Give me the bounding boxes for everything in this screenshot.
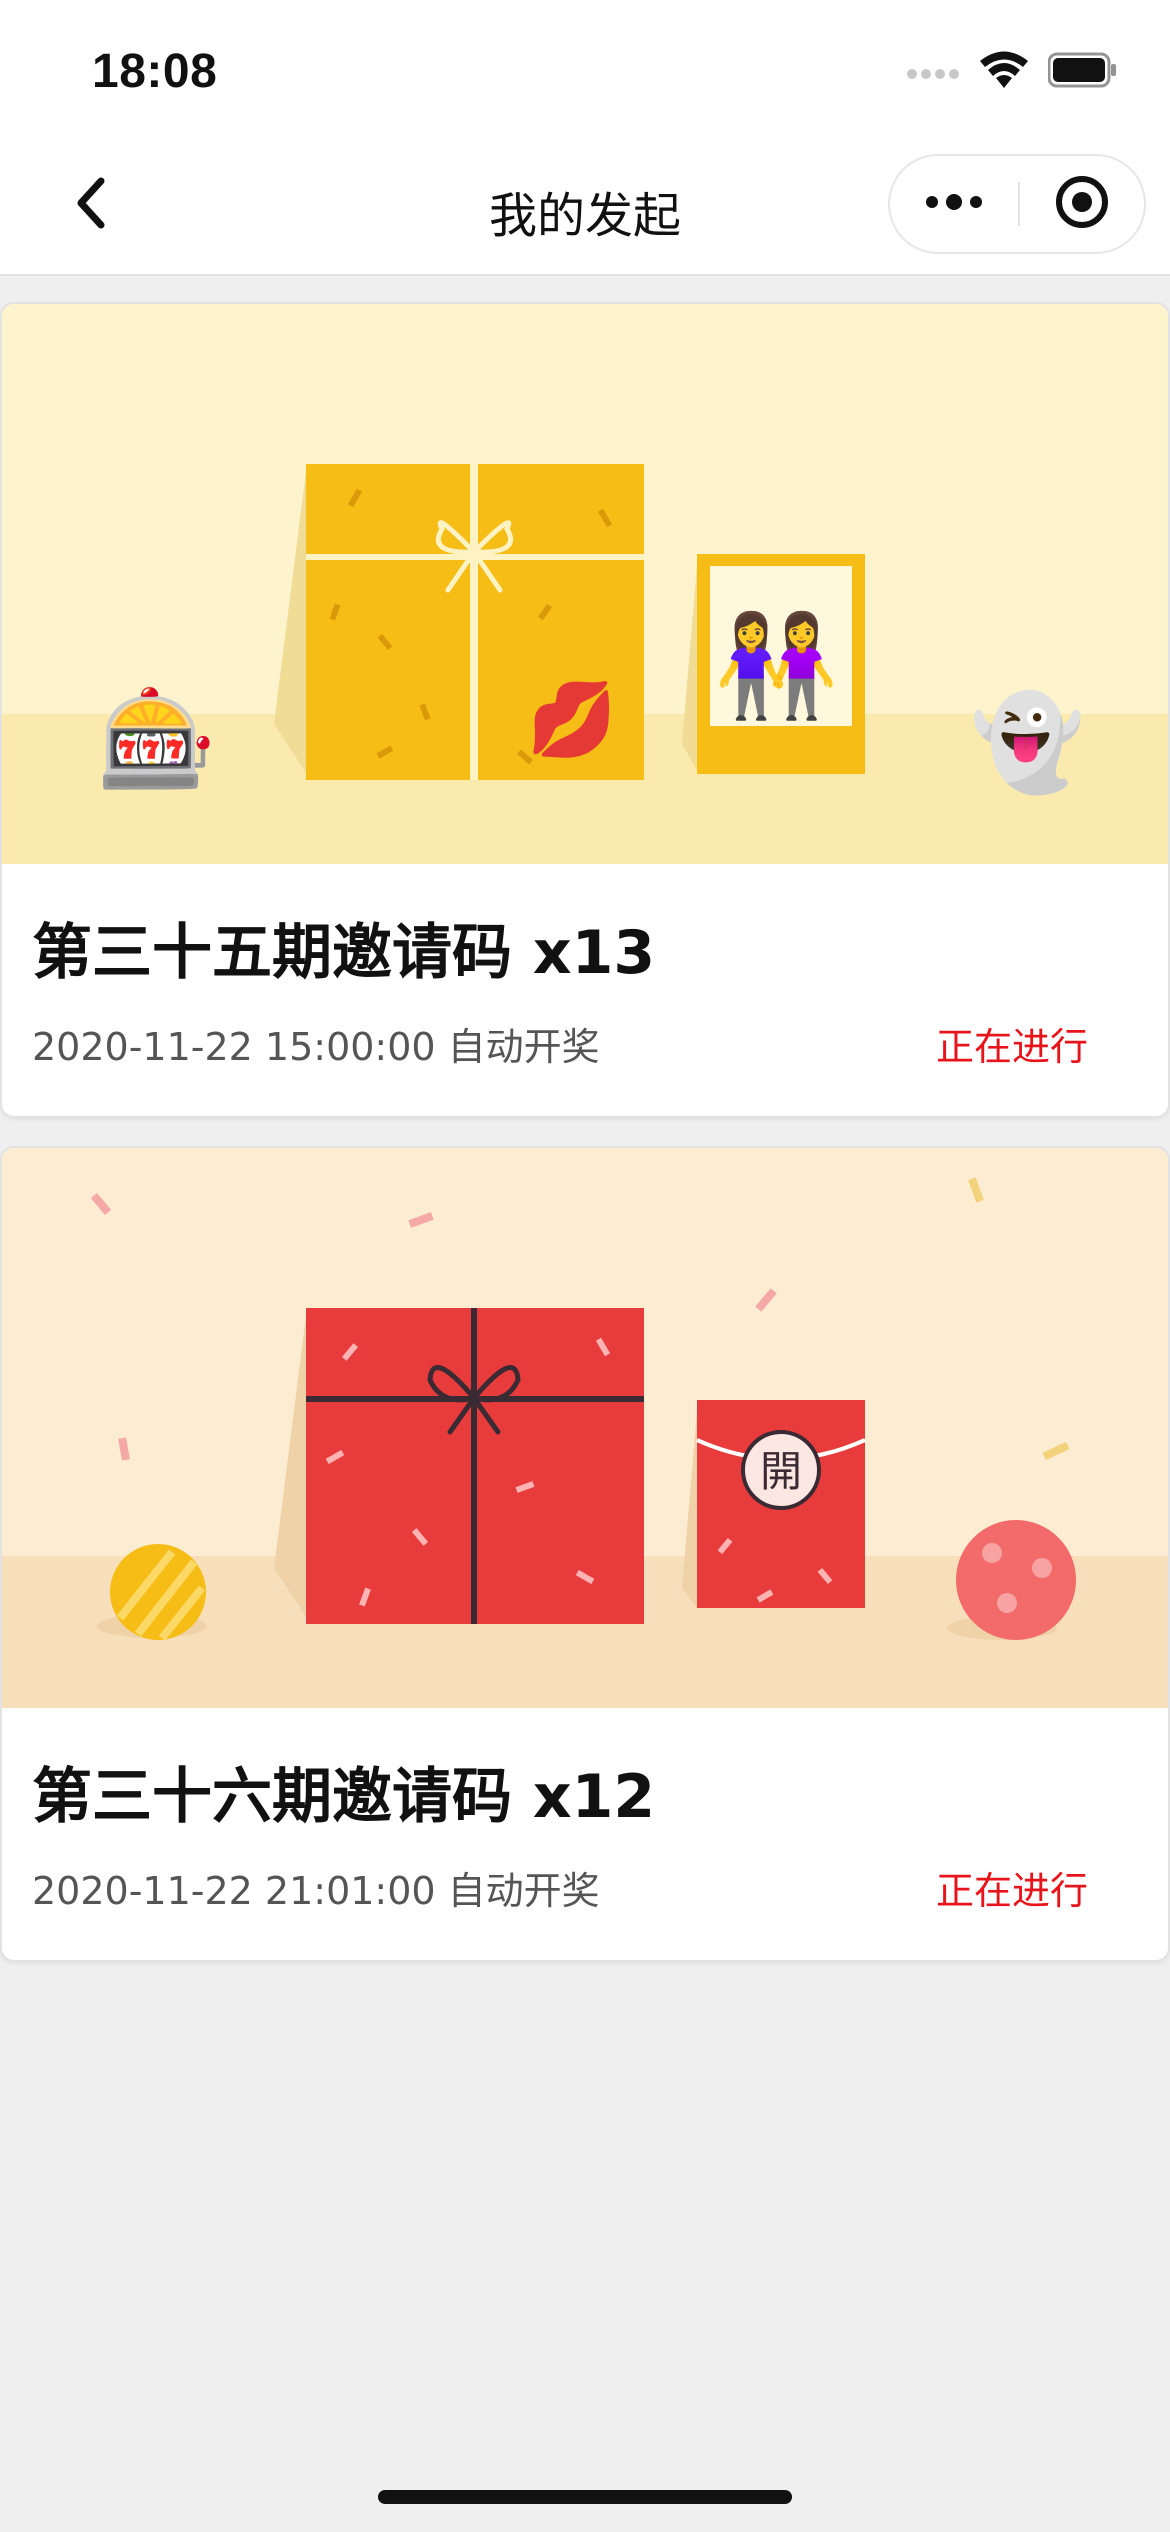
card-cover-image: 🎰 💋 👭 👻: [2, 304, 1168, 864]
card-title: 第三十五期邀请码 x13: [32, 918, 656, 988]
card-cover-image: 開: [2, 1148, 1168, 1708]
signal-icon: [906, 60, 960, 85]
status-label: 正在进行: [935, 1025, 1088, 1069]
more-dots-icon: [924, 192, 984, 217]
kiss-mark-emoji: 💋: [527, 678, 617, 760]
card-title: 第三十六期邀请码 x12: [32, 1762, 656, 1832]
slot-machine-emoji: 🎰: [97, 685, 217, 793]
draw-time: 2020-11-22 21:01:00 自动开奖: [32, 1869, 600, 1913]
envelope-open-char: 開: [760, 1447, 802, 1496]
target-close-icon: [1054, 174, 1110, 235]
mini-program-capsule: [888, 154, 1146, 254]
draw-time: 2020-11-22 15:00:00 自动开奖: [32, 1025, 600, 1069]
status-label: 正在进行: [935, 1869, 1088, 1913]
home-indicator[interactable]: [378, 2490, 792, 2504]
lottery-card[interactable]: 開 第三十六期邀请码 x12 2020-11-22 21:01:00 自动开奖 …: [0, 1146, 1170, 1962]
status-bar: 18:08: [0, 0, 1170, 140]
battery-icon: [1047, 52, 1118, 93]
status-time: 18:08: [92, 45, 218, 98]
close-mini-program-button[interactable]: [1020, 156, 1144, 252]
wifi-icon: [978, 50, 1030, 95]
ghost-emoji: 👻: [970, 687, 1085, 797]
more-button[interactable]: [890, 156, 1018, 252]
two-women-emoji: 👭: [714, 609, 839, 722]
status-icons: [906, 50, 1118, 95]
nav-bar: 我的发起: [0, 140, 1170, 276]
lottery-card[interactable]: 🎰 💋 👭 👻 第三十五期邀请码 x13 2020-11-22 15:00:00…: [0, 302, 1170, 1118]
